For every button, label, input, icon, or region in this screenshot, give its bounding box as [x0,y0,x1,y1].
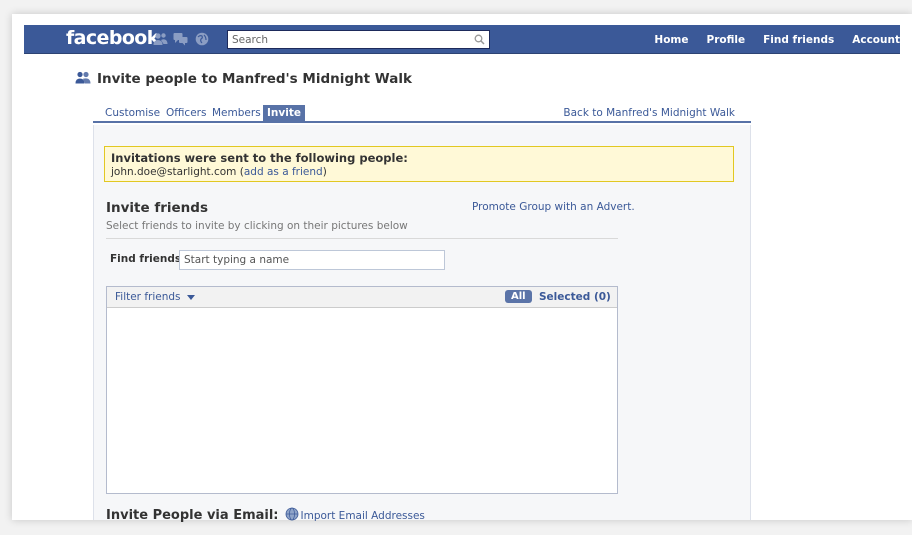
friend-selector-header: Filter friends All Selected (0) [107,287,617,308]
tab-officers[interactable]: Officers [166,107,206,119]
filter-friends-label: Filter friends [115,291,181,303]
search-input[interactable] [228,31,468,48]
top-nav: Home Profile Find friends Account [636,25,900,54]
tab-bar: Customise Officers Members Invite Back t… [93,105,751,123]
caret-down-icon [186,291,195,303]
notifications-icon[interactable] [195,32,209,46]
add-as-friend-link[interactable]: add as a friend [244,166,323,178]
globe-icon [285,507,299,524]
tab-invite[interactable]: Invite [263,105,305,123]
invite-friends-subtitle: Select friends to invite by clicking on … [106,220,408,232]
notice-recipient-line: john.doe@starlight.com (add as a friend) [111,166,327,178]
invited-email: john.doe@starlight.com [111,166,237,178]
import-email-addresses-link[interactable]: Import Email Addresses [301,510,425,522]
promote-group-link[interactable]: Promote Group with an Advert. [472,201,635,213]
page-header: Invite people to Manfred's Midnight Walk [75,71,412,87]
invite-via-email-title: Invite People via Email: [106,508,279,523]
page-title: Invite people to Manfred's Midnight Walk [97,71,412,87]
nav-profile[interactable]: Profile [707,34,746,46]
search-icon[interactable] [474,34,485,48]
messages-icon[interactable] [173,32,188,46]
nav-home[interactable]: Home [654,34,688,46]
notice-title: Invitations were sent to the following p… [111,151,408,165]
invite-friends-title: Invite friends [106,200,208,216]
facebook-logo[interactable]: facebook [66,27,159,49]
friend-selector[interactable]: Filter friends All Selected (0) [106,286,618,494]
group-icon [75,71,91,87]
filter-friends-dropdown[interactable]: Filter friends [115,291,195,303]
section-divider [106,238,618,239]
invite-via-email-section: Invite People via Email: Import Email Ad… [106,507,425,524]
back-to-group-link[interactable]: Back to Manfred's Midnight Walk [563,107,735,119]
invitation-sent-notice: Invitations were sent to the following p… [104,146,734,182]
filter-selected-button[interactable]: Selected (0) [539,291,611,303]
find-friends-input[interactable] [179,250,445,270]
nav-find-friends[interactable]: Find friends [763,34,834,46]
nav-account[interactable]: Account [852,34,900,46]
filter-all-button[interactable]: All [505,290,532,303]
find-friends-label: Find friends [110,253,182,265]
friend-requests-icon[interactable] [153,32,168,46]
top-bar: facebook Home Profile Find friends Accou… [24,25,900,54]
tab-members[interactable]: Members [212,107,261,119]
search-box [227,30,490,49]
tab-customise[interactable]: Customise [105,107,160,119]
invite-content: Invitations were sent to the following p… [93,125,751,523]
